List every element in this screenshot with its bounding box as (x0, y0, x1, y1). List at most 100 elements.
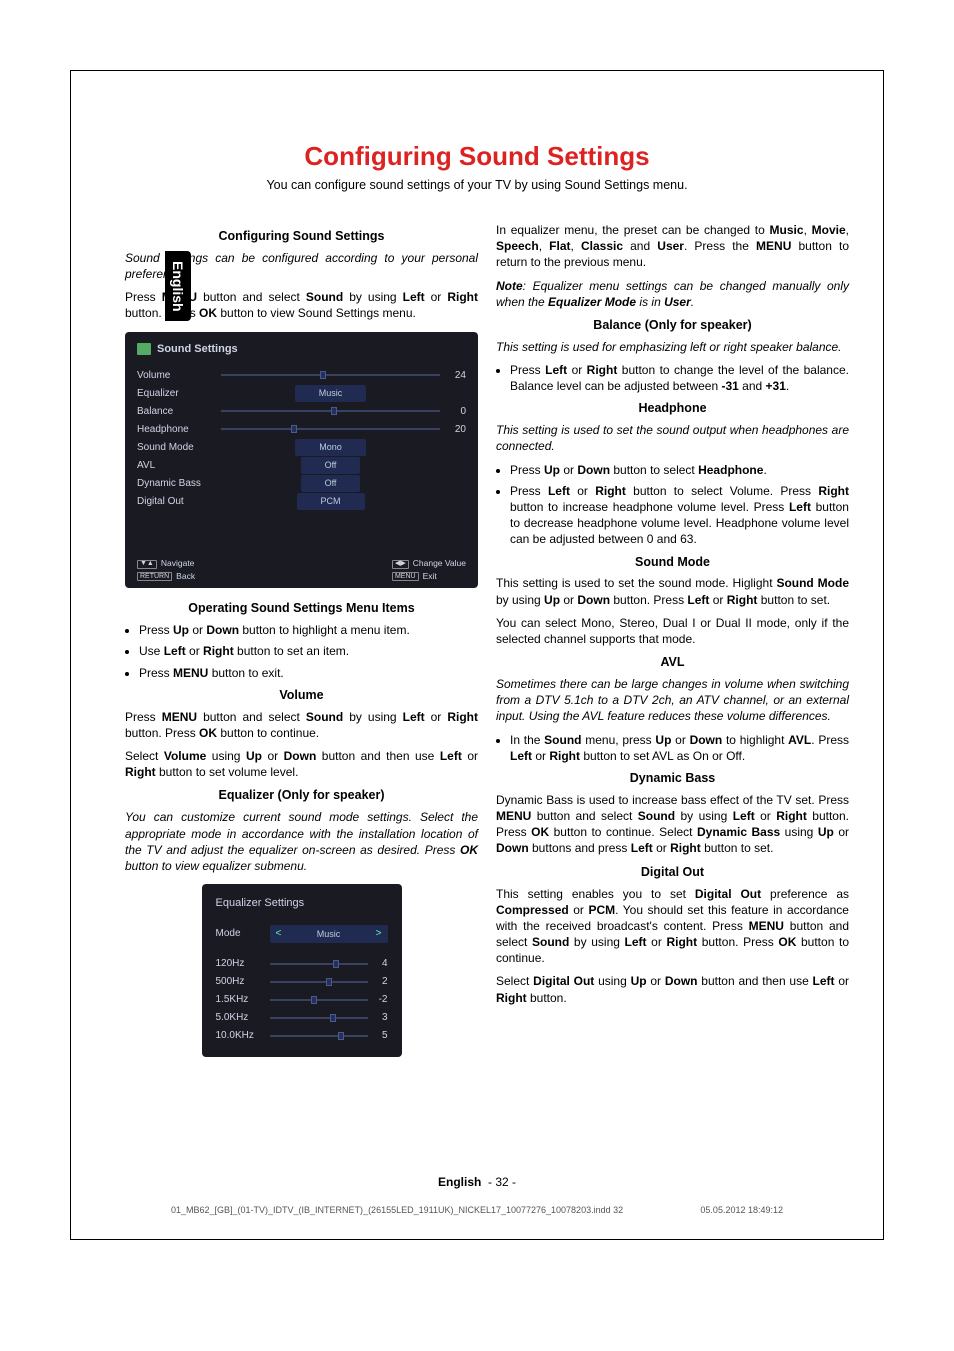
eq-row: 120Hz 4 (216, 955, 388, 973)
osd-mode-selector: < Music > (270, 925, 388, 943)
osd-title: Equalizer Settings (216, 896, 388, 911)
eq-band-label: 500Hz (216, 975, 270, 989)
body-text: Select Volume using Up or Down button an… (125, 748, 478, 780)
osd-label: Balance (137, 405, 221, 419)
page-footer: English - 32 - (71, 1175, 883, 1189)
eq-slider (270, 1031, 368, 1041)
right-column: In equalizer menu, the preset can be cha… (496, 222, 849, 1071)
nav-keys-icon: ▼▲ (137, 560, 157, 569)
osd-slider (221, 406, 440, 416)
return-key-icon: RETURN (137, 572, 172, 581)
section-heading: Balance (Only for speaker) (496, 317, 849, 334)
osd-value: Off (301, 475, 361, 491)
osd-value: 20 (440, 423, 466, 437)
menu-key-icon: MENU (392, 572, 419, 581)
osd-value: 24 (440, 369, 466, 383)
left-column: Configuring Sound Settings Sound setting… (125, 222, 478, 1071)
osd-label: Headphone (137, 423, 221, 437)
body-text: Select Digital Out using Up or Down butt… (496, 973, 849, 1005)
osd-row: Balance 0 (137, 402, 466, 420)
eq-band-value: -2 (368, 993, 388, 1007)
imposition-file: 01_MB62_[GB]_(01-TV)_IDTV_(IB_INTERNET)_… (171, 1205, 623, 1215)
eq-slider (270, 959, 368, 969)
body-text: In equalizer menu, the preset can be cha… (496, 222, 849, 271)
osd-hint: Exit (423, 571, 437, 582)
section-heading: AVL (496, 654, 849, 671)
osd-slider (221, 424, 440, 434)
body-text: This setting is used for emphasizing lef… (496, 339, 849, 355)
osd-hint: Navigate (161, 558, 195, 569)
eq-row: 500Hz 2 (216, 973, 388, 991)
section-heading: Volume (125, 687, 478, 704)
list-item: Use Left or Right button to set an item. (139, 643, 478, 659)
body-text: You can select Mono, Stereo, Dual I or D… (496, 615, 849, 647)
eq-band-value: 5 (368, 1029, 388, 1043)
osd-label: Digital Out (137, 495, 221, 509)
eq-row: 5.0KHz 3 (216, 1009, 388, 1027)
osd-equalizer-settings: Equalizer Settings Mode < Music > 120Hz4… (202, 884, 402, 1057)
osd-hint: Back (176, 571, 195, 582)
body-text: Press MENU button and select Sound by us… (125, 709, 478, 741)
section-heading: Operating Sound Settings Menu Items (125, 600, 478, 617)
chevron-left-icon: < (276, 927, 282, 941)
osd-row: Digital Out PCM (137, 492, 466, 510)
osd-value: Off (301, 457, 361, 473)
osd-value: Music (317, 928, 341, 940)
osd-label: Dynamic Bass (137, 477, 221, 491)
list-item: Press Left or Right button to select Vol… (510, 483, 849, 548)
eq-band-value: 2 (368, 975, 388, 989)
osd-row: AVL Off (137, 456, 466, 474)
page: English Configuring Sound Settings You c… (70, 70, 884, 1240)
list-item: Press Left or Right button to change the… (510, 362, 849, 394)
eq-row: 1.5KHz -2 (216, 991, 388, 1009)
osd-value: Mono (295, 439, 366, 455)
osd-sound-settings: Sound Settings Volume24EqualizerMusicBal… (125, 332, 478, 589)
page-title: Configuring Sound Settings (71, 141, 883, 172)
osd-hint: Change Value (413, 558, 466, 569)
section-heading: Dynamic Bass (496, 770, 849, 787)
osd-slider (221, 370, 440, 380)
eq-slider (270, 977, 368, 987)
language-tab: English (165, 251, 191, 321)
eq-band-label: 120Hz (216, 957, 270, 971)
section-heading: Headphone (496, 400, 849, 417)
section-heading: Configuring Sound Settings (125, 228, 478, 245)
body-text: This setting is used to set the sound mo… (496, 575, 849, 607)
eq-row: 10.0KHz 5 (216, 1027, 388, 1045)
section-heading: Sound Mode (496, 554, 849, 571)
osd-row: Headphone 20 (137, 420, 466, 438)
list-item: Press Up or Down button to select Headph… (510, 462, 849, 478)
osd-row: Volume 24 (137, 366, 466, 384)
body-text: This setting enables you to set Digital … (496, 886, 849, 967)
osd-value: Music (295, 385, 367, 401)
osd-title: Sound Settings (157, 342, 238, 357)
osd-row: Equalizer Music (137, 384, 466, 402)
eq-band-label: 1.5KHz (216, 993, 270, 1007)
imposition-date: 05.05.2012 18:49:12 (700, 1205, 783, 1215)
section-heading: Digital Out (496, 864, 849, 881)
osd-row: Sound Mode Mono (137, 438, 466, 456)
eq-band-value: 4 (368, 957, 388, 971)
list-item: Press Up or Down button to highlight a m… (139, 622, 478, 638)
osd-value: PCM (297, 493, 365, 509)
osd-value: 0 (440, 405, 466, 419)
lr-keys-icon: ◀▶ (392, 560, 409, 569)
body-text: Sometimes there can be large changes in … (496, 676, 849, 725)
imposition-slug: 01_MB62_[GB]_(01-TV)_IDTV_(IB_INTERNET)_… (171, 1205, 783, 1215)
osd-label: Volume (137, 369, 221, 383)
page-subtitle: You can configure sound settings of your… (71, 178, 883, 192)
body-text: This setting is used to set the sound ou… (496, 422, 849, 454)
osd-row: Dynamic Bass Off (137, 474, 466, 492)
eq-slider (270, 995, 368, 1005)
section-heading: Equalizer (Only for speaker) (125, 787, 478, 804)
body-text: You can customize current sound mode set… (125, 809, 478, 874)
eq-band-label: 10.0KHz (216, 1029, 270, 1043)
eq-band-label: 5.0KHz (216, 1011, 270, 1025)
osd-label: AVL (137, 459, 221, 473)
chevron-right-icon: > (376, 927, 382, 941)
osd-label: Sound Mode (137, 441, 221, 455)
osd-label: Equalizer (137, 387, 221, 401)
note-text: Note: Equalizer menu settings can be cha… (496, 278, 849, 310)
eq-band-value: 3 (368, 1011, 388, 1025)
speaker-icon (137, 343, 151, 355)
